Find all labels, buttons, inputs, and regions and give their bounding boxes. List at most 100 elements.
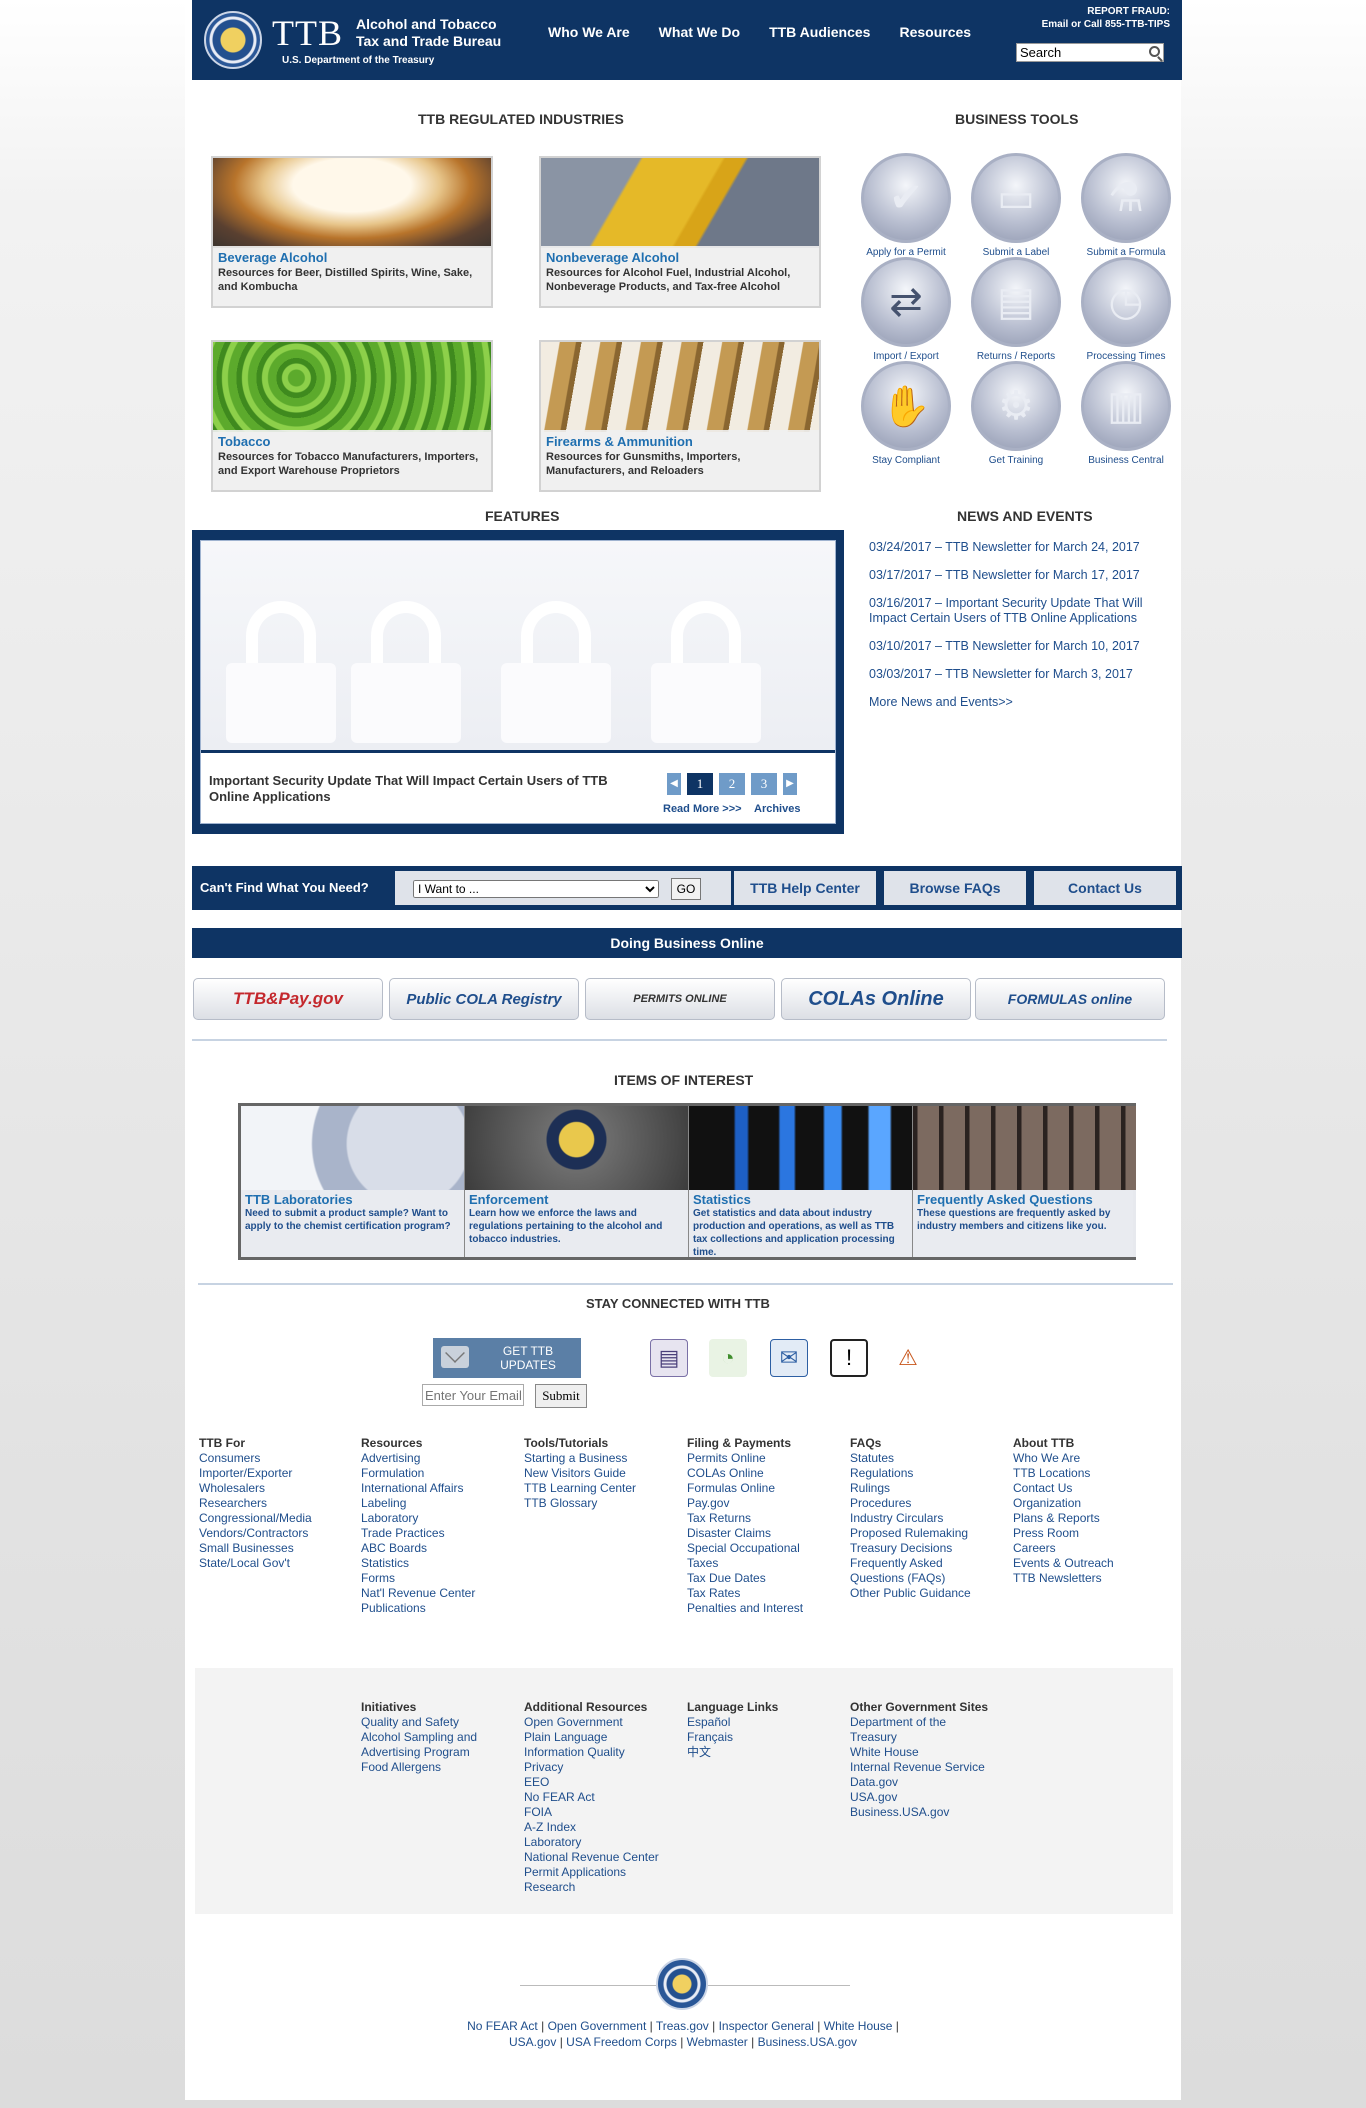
tool-business-central[interactable]: ▥ Business Central [1071, 361, 1181, 466]
footer-link[interactable]: Proposed Rulemaking [850, 1526, 1010, 1541]
public-cola-registry-button[interactable]: Public COLA Registry [389, 978, 579, 1020]
footer-link[interactable]: Statutes [850, 1451, 1010, 1466]
footer-link[interactable]: A-Z Index [524, 1820, 684, 1835]
news-item[interactable]: 03/16/2017 – Important Security Update T… [869, 596, 1169, 626]
tile-nonbeverage-alcohol[interactable]: Nonbeverage Alcohol Resources for Alcohol… [539, 156, 821, 308]
footer-link[interactable]: Français [687, 1730, 847, 1745]
footer-link[interactable]: Advertising Program [361, 1745, 521, 1760]
footer-link[interactable]: Treasury [850, 1730, 1010, 1745]
footer-link[interactable]: Privacy [524, 1760, 684, 1775]
colas-online-button[interactable]: COLAs Online [781, 978, 971, 1020]
browse-faqs-button[interactable]: Browse FAQs [884, 871, 1026, 905]
footer-link[interactable]: Research [524, 1880, 684, 1895]
search-icon[interactable] [1149, 46, 1160, 57]
contact-us-button[interactable]: Contact Us [1034, 871, 1176, 905]
footer-link[interactable]: Penalties and Interest [687, 1601, 847, 1616]
bottom-link[interactable]: Treas.gov [656, 2019, 709, 2033]
news-item[interactable]: 03/24/2017 – TTB Newsletter for March 24… [869, 540, 1169, 555]
footer-link[interactable]: Formulation [361, 1466, 521, 1481]
footer-link[interactable]: COLAs Online [687, 1466, 847, 1481]
footer-link[interactable]: Procedures [850, 1496, 1010, 1511]
footer-link[interactable]: Permits Online [687, 1451, 847, 1466]
interest-enforcement[interactable]: Enforcement Learn how we enforce the laws… [465, 1106, 688, 1257]
nav-ttb-audiences[interactable]: TTB Audiences [769, 24, 870, 40]
news-item[interactable]: 03/17/2017 – TTB Newsletter for March 17… [869, 568, 1169, 583]
tile-tobacco[interactable]: Tobacco Resources for Tobacco Manufacture… [211, 340, 493, 492]
footer-link[interactable]: Quality and Safety [361, 1715, 521, 1730]
footer-link[interactable]: Tax Rates [687, 1586, 847, 1601]
footer-link[interactable]: Starting a Business [524, 1451, 684, 1466]
tool-submit-label[interactable]: ▭ Submit a Label [961, 153, 1071, 258]
treasury-seal-icon[interactable] [204, 11, 262, 69]
footer-link[interactable]: Who We Are [1013, 1451, 1173, 1466]
bottom-link[interactable]: USA.gov [509, 2035, 556, 2049]
feature-headline[interactable]: Important Security Update That Will Impa… [209, 773, 629, 805]
warning-icon[interactable]: ⚠ [889, 1339, 927, 1377]
submit-button[interactable]: Submit [535, 1384, 587, 1408]
footer-link[interactable]: Treasury Decisions [850, 1541, 1010, 1556]
go-button[interactable]: GO [671, 878, 701, 900]
newsletter-icon[interactable]: ▤ [650, 1339, 688, 1377]
tool-import-export[interactable]: ⇄ Import / Export [851, 257, 961, 362]
next-arrow-icon[interactable]: ▶ [783, 773, 797, 795]
footer-link[interactable]: Tax Due Dates [687, 1571, 847, 1586]
footer-link[interactable]: Trade Practices [361, 1526, 521, 1541]
footer-link[interactable]: TTB Locations [1013, 1466, 1173, 1481]
bottom-link[interactable]: USA Freedom Corps [566, 2035, 677, 2049]
footer-link[interactable]: Nat'l Revenue Center [361, 1586, 521, 1601]
bottom-link[interactable]: Inspector General [719, 2019, 814, 2033]
tool-returns-reports[interactable]: ▤ Returns / Reports [961, 257, 1071, 362]
email-subscribe-icon[interactable]: ✉ [770, 1339, 808, 1377]
footer-link[interactable]: ABC Boards [361, 1541, 521, 1556]
footer-link[interactable]: TTB Learning Center [524, 1481, 684, 1496]
footer-link[interactable]: Open Government [524, 1715, 684, 1730]
bottom-link[interactable]: Open Government [548, 2019, 647, 2033]
footer-link[interactable]: National Revenue Center [524, 1850, 684, 1865]
footer-link[interactable]: Special Occupational [687, 1541, 847, 1556]
nav-who-we-are[interactable]: Who We Are [548, 24, 630, 40]
footer-link[interactable]: Advertising [361, 1451, 521, 1466]
get-updates-button[interactable]: GET TTB UPDATES [433, 1338, 581, 1378]
footer-link[interactable]: White House [850, 1745, 1010, 1760]
tile-beverage-alcohol[interactable]: Beverage Alcohol Resources for Beer, Dist… [211, 156, 493, 308]
footer-link[interactable]: Press Room [1013, 1526, 1173, 1541]
nav-resources[interactable]: Resources [899, 24, 971, 40]
footer-link[interactable]: Statistics [361, 1556, 521, 1571]
footer-link[interactable]: Importer/Exporter [199, 1466, 359, 1481]
interest-statistics[interactable]: Statistics Get statistics and data about … [689, 1106, 912, 1257]
footer-link[interactable]: Plain Language [524, 1730, 684, 1745]
footer-link[interactable]: Careers [1013, 1541, 1173, 1556]
tool-get-training[interactable]: ⚙ Get Training [961, 361, 1071, 466]
footer-link[interactable]: Small Businesses [199, 1541, 359, 1556]
footer-link[interactable]: USA.gov [850, 1790, 1010, 1805]
page-2[interactable]: 2 [719, 773, 745, 795]
archives-link[interactable]: Archives [754, 803, 800, 815]
footer-link[interactable]: FOIA [524, 1805, 684, 1820]
footer-link[interactable]: Plans & Reports [1013, 1511, 1173, 1526]
tile-firearms-ammunition[interactable]: Firearms & Ammunition Resources for Gunsm… [539, 340, 821, 492]
footer-link[interactable]: Food Allergens [361, 1760, 521, 1775]
footer-link[interactable]: Español [687, 1715, 847, 1730]
footer-link[interactable]: State/Local Gov't [199, 1556, 359, 1571]
footer-link[interactable]: Organization [1013, 1496, 1173, 1511]
feature-slide-image[interactable] [201, 541, 835, 753]
footer-link[interactable]: Data.gov [850, 1775, 1010, 1790]
footer-link[interactable]: Forms [361, 1571, 521, 1586]
bottom-link[interactable]: White House [824, 2019, 893, 2033]
footer-link[interactable]: Laboratory [524, 1835, 684, 1850]
footer-link[interactable]: Disaster Claims [687, 1526, 847, 1541]
email-input[interactable] [422, 1384, 524, 1406]
interest-faqs[interactable]: Frequently Asked Questions These question… [913, 1106, 1136, 1257]
news-item[interactable]: 03/03/2017 – TTB Newsletter for March 3,… [869, 667, 1169, 682]
footer-link[interactable]: Department of the [850, 1715, 1010, 1730]
footer-link[interactable]: Pay.gov [687, 1496, 847, 1511]
bottom-link[interactable]: Business.USA.gov [758, 2035, 857, 2049]
interest-laboratories[interactable]: TTB Laboratories Need to submit a product… [241, 1106, 464, 1257]
footer-link[interactable]: Taxes [687, 1556, 847, 1571]
footer-link[interactable]: Rulings [850, 1481, 1010, 1496]
footer-link[interactable]: International Affairs [361, 1481, 521, 1496]
agency-name[interactable]: Alcohol and Tobacco Tax and Trade Bureau [356, 16, 516, 50]
more-news-link[interactable]: More News and Events>> [869, 695, 1169, 710]
calendar-alert-icon[interactable]: ! [830, 1339, 868, 1377]
footer-link[interactable]: Permit Applications [524, 1865, 684, 1880]
